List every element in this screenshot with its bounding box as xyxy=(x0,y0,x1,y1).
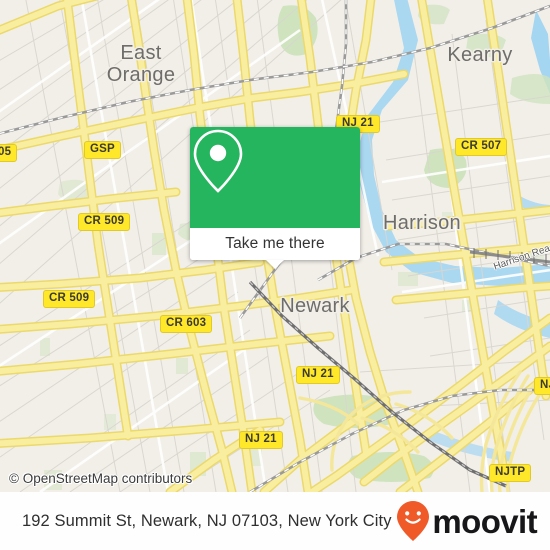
shield-cr-605-partial[interactable]: 05 xyxy=(0,144,18,162)
popup-pointer-tail xyxy=(266,260,284,269)
shield-njtp[interactable]: NJTP xyxy=(489,464,532,482)
shield-nj-21-bottom[interactable]: NJ 21 xyxy=(239,431,283,449)
take-me-there-label: Take me there xyxy=(225,235,325,252)
moovit-pin-smile-icon xyxy=(397,501,430,541)
shield-cr-509-upper[interactable]: CR 509 xyxy=(78,213,131,231)
address-label: 192 Summit St, Newark, NJ 07103, New Yor… xyxy=(22,511,392,530)
take-me-there-popup[interactable]: Take me there xyxy=(190,127,360,269)
map-screenshot: East Orange Kearny Harrison Newark Harri… xyxy=(0,0,550,550)
shield-cr-603[interactable]: CR 603 xyxy=(160,315,213,333)
map-pin-icon xyxy=(193,129,243,193)
map-canvas[interactable]: East Orange Kearny Harrison Newark Harri… xyxy=(0,0,550,492)
take-me-there-button[interactable]: Take me there xyxy=(190,228,360,260)
shield-cr-509-lower[interactable]: CR 509 xyxy=(43,290,96,308)
moovit-logo[interactable]: moovit xyxy=(396,500,538,542)
footer-bar: 192 Summit St, Newark, NJ 07103, New Yor… xyxy=(0,492,550,550)
shield-cr-507[interactable]: CR 507 xyxy=(455,138,508,156)
shield-nj-partial-right[interactable]: NJ xyxy=(534,377,550,395)
moovit-wordmark: moovit xyxy=(432,502,537,540)
osm-attribution[interactable]: © OpenStreetMap contributors xyxy=(9,471,192,486)
popup-image-area xyxy=(190,127,360,228)
shield-gsp[interactable]: GSP xyxy=(84,141,121,159)
shield-nj-21-mid[interactable]: NJ 21 xyxy=(296,366,340,384)
